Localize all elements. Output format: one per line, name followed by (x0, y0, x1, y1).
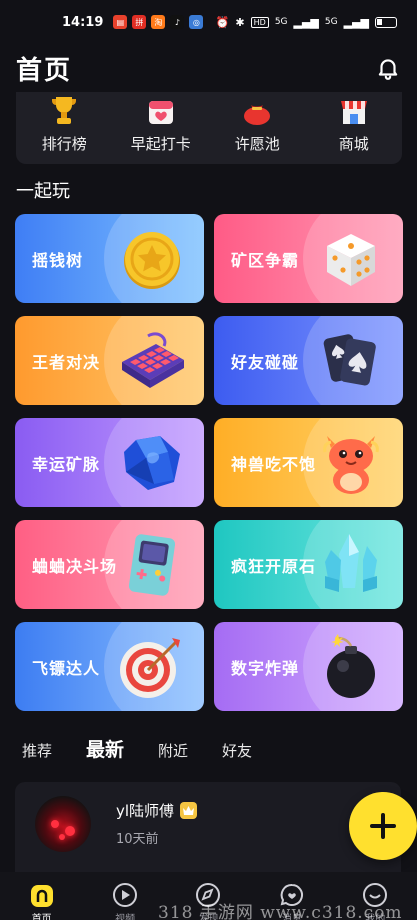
lucky-bag-icon (244, 105, 271, 125)
game-card-crazy-rough-stone[interactable]: 疯狂开原石 (214, 520, 403, 609)
home-icon (30, 885, 53, 907)
game-card-lucky-vein[interactable]: 幸运矿脉 (15, 418, 204, 507)
battery-icon (375, 16, 397, 28)
quick-actions: 排行榜 早起打卡 许愿池 商城 (16, 92, 402, 164)
tiktok-icon: ♪ (170, 15, 185, 29)
section-title: 一起玩 (16, 181, 70, 202)
game-card-dart-master[interactable]: 飞镖达人 (15, 622, 204, 711)
game-card-money-tree[interactable]: 摇钱树 (15, 214, 204, 303)
plus-icon (370, 813, 396, 839)
page-header: 首页 (0, 44, 417, 92)
feed-tabs: 推荐 最新 附近 好友 (22, 735, 286, 762)
quick-item-checkin[interactable]: 早起打卡 (121, 97, 201, 154)
trophy-icon (52, 97, 77, 124)
app-icon-red: ▤ (113, 15, 128, 29)
bomb-icon (327, 634, 375, 698)
bell-icon[interactable] (375, 55, 401, 81)
tab-home[interactable]: 首页 (12, 882, 72, 920)
game-card-mining-battle[interactable]: 矿区争霸 (214, 214, 403, 303)
status-app-icons: ▤ 拼 淘 ♪ ◎ (113, 15, 204, 29)
game-card-label: 飞镖达人 (32, 658, 101, 678)
calendar-icon (148, 101, 173, 124)
game-card-label: 王者对决 (32, 352, 101, 372)
game-card-label: 数字炸弹 (231, 658, 300, 678)
tab-video[interactable]: 视频 (95, 882, 155, 920)
game-card-label: 蛐蛐决斗场 (32, 556, 118, 576)
vip-badge-icon (180, 802, 198, 819)
tab-latest[interactable]: 最新 (86, 735, 124, 762)
bluetooth-icon: ✱ (235, 15, 245, 29)
quick-item-label: 商城 (338, 135, 369, 153)
watermark: 318 手游网 www.c318.com (158, 903, 403, 920)
app-icon-blue: ◎ (189, 15, 204, 29)
app-icon-pdd: 拼 (132, 15, 147, 29)
game-card-label: 神兽吃不饱 (231, 454, 317, 474)
keyboard-icon (122, 332, 184, 388)
quick-item-wishing-pool[interactable]: 许愿池 (217, 97, 297, 154)
play-icon (113, 883, 138, 907)
post-username-row[interactable]: yl陆师傅 (116, 800, 198, 821)
dragon-icon (323, 436, 379, 494)
page-title: 首页 (16, 55, 73, 86)
signal-2: 5G (324, 17, 338, 27)
quick-item-label: 排行榜 (41, 135, 87, 153)
signal-1: 5G (274, 17, 288, 27)
hd-indicator: HD (250, 16, 269, 28)
game-card-label: 矿区争霸 (231, 250, 300, 270)
avatar[interactable] (35, 796, 91, 852)
app-icon-orange: 淘 (151, 15, 166, 29)
game-card-label: 幸运矿脉 (32, 454, 101, 474)
game-card-cricket-arena[interactable]: 蛐蛐决斗场 (15, 520, 204, 609)
game-card-label: 疯狂开原石 (231, 556, 317, 576)
status-bar: 14:19 ▤ 拼 淘 ♪ ◎ ⏰ ✱ HD 5G ▂▄▆ 5G ▂▄▆ (0, 0, 417, 44)
signal-bars-icon: ▂▄▆ (343, 15, 369, 29)
quick-item-shop[interactable]: 商城 (314, 97, 394, 154)
quick-item-label: 许愿池 (234, 135, 280, 153)
tab-nearby[interactable]: 附近 (158, 740, 188, 761)
game-card-number-bomb[interactable]: 数字炸弹 (214, 622, 403, 711)
tab-label: 视频 (115, 914, 136, 920)
crystal-icon (325, 534, 377, 592)
tab-label: 首页 (31, 914, 52, 920)
alarm-icon: ⏰ (215, 15, 230, 29)
shop-icon (340, 101, 367, 124)
post-username[interactable]: yl陆师傅 (116, 800, 174, 821)
add-post-button[interactable] (349, 792, 417, 860)
quick-item-ranking[interactable]: 排行榜 (24, 97, 104, 154)
tab-recommend[interactable]: 推荐 (22, 740, 52, 761)
game-card-label: 摇钱树 (32, 250, 84, 270)
game-card-friend-bump[interactable]: 好友碰碰 (214, 316, 403, 405)
status-time: 14:19 (62, 14, 104, 30)
signal-bars-icon: ▂▄▆ (293, 15, 319, 29)
game-card-king-duel[interactable]: 王者对决 (15, 316, 204, 405)
game-card-hungry-beast[interactable]: 神兽吃不饱 (214, 418, 403, 507)
blue-gem-icon (124, 436, 180, 490)
game-card-label: 好友碰碰 (231, 352, 300, 372)
dice-icon (327, 234, 375, 286)
tab-friends[interactable]: 好友 (222, 740, 252, 761)
game-console-icon (128, 534, 176, 596)
dart-target-icon (120, 638, 180, 698)
quick-item-label: 早起打卡 (130, 135, 191, 153)
status-indicators: ⏰ ✱ HD 5G ▂▄▆ 5G ▂▄▆ (216, 16, 397, 29)
playing-cards-icon (323, 334, 376, 386)
gold-coin-icon (124, 232, 180, 289)
post-time: 10天前 (116, 832, 159, 847)
